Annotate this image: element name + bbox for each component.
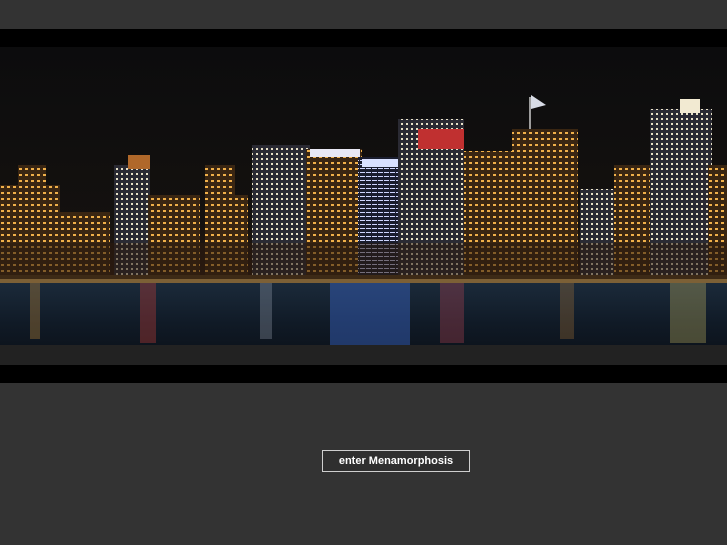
skyline-banner — [0, 29, 727, 383]
skyline-photo — [0, 47, 727, 365]
enter-site-button[interactable]: enter Menamorphosis — [322, 450, 470, 472]
splash-page: enter Menamorphosis — [0, 0, 727, 545]
